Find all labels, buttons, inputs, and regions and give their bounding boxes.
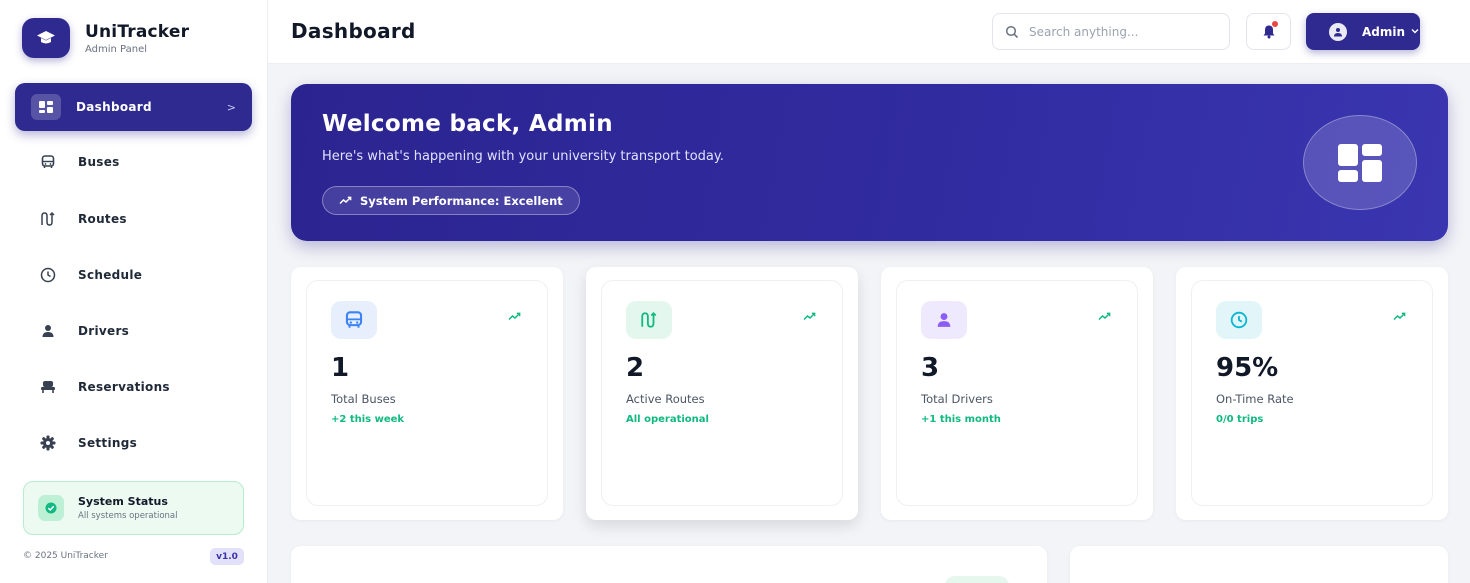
- stat-value: 3: [921, 353, 940, 383]
- stat-value: 1: [331, 353, 350, 383]
- sidebar-item-label: Drivers: [78, 324, 130, 338]
- sidebar-item-label: Settings: [78, 436, 138, 450]
- stat-card-on-time-rate[interactable]: 95% On-Time Rate 0/0 trips: [1176, 267, 1448, 520]
- welcome-title: Welcome back, Admin: [322, 111, 613, 137]
- trending-up-icon: [1393, 312, 1406, 321]
- user-icon: [34, 317, 62, 345]
- status-title: System Status: [78, 495, 168, 508]
- brand-title: UniTracker: [85, 21, 190, 42]
- sidebar-item-label: Schedule: [78, 268, 143, 282]
- user-icon: [921, 301, 967, 339]
- notifications-button[interactable]: [1246, 13, 1291, 50]
- stat-value: 2: [626, 353, 645, 383]
- brand-subtitle: Admin Panel: [85, 43, 148, 55]
- sidebar-item-label: Dashboard: [76, 100, 152, 114]
- sidebar-item-dashboard[interactable]: Dashboard >: [15, 83, 252, 131]
- trending-up-icon: [803, 312, 816, 321]
- dashboard-icon: [1303, 115, 1417, 210]
- sidebar-item-buses[interactable]: Buses: [15, 138, 252, 186]
- brand[interactable]: UniTracker Admin Panel: [22, 18, 189, 58]
- sidebar-item-label: Routes: [78, 212, 127, 226]
- stat-value: 95%: [1216, 353, 1279, 383]
- bus-icon: [34, 148, 62, 176]
- trending-up-icon: [508, 312, 521, 321]
- route-icon: [34, 205, 62, 233]
- bus-icon: [331, 301, 377, 339]
- version-badge: v1.0: [210, 548, 244, 565]
- graduation-cap-icon: [22, 18, 70, 58]
- stat-delta: +2 this week: [331, 414, 405, 425]
- clock-icon: [34, 261, 62, 289]
- page-title: Dashboard: [291, 19, 416, 43]
- user-menu-label: Admin: [1362, 24, 1406, 39]
- lower-panel-right: [1070, 546, 1448, 583]
- performance-pill: System Performance: Excellent: [322, 186, 580, 215]
- check-circle-icon: [38, 495, 64, 521]
- performance-label: System Performance: Excellent: [360, 193, 563, 208]
- top-header: Dashboard Admin: [268, 0, 1470, 64]
- stat-label: Total Drivers: [921, 392, 993, 406]
- dashboard-icon: [31, 94, 61, 120]
- notification-dot: [1272, 21, 1278, 27]
- stat-label: Total Buses: [331, 392, 396, 406]
- stat-card-drivers[interactable]: 3 Total Drivers +1 this month: [881, 267, 1153, 520]
- chevron-down-icon: [1411, 27, 1419, 37]
- gear-icon: [34, 429, 62, 457]
- sidebar-item-settings[interactable]: Settings: [15, 419, 252, 467]
- stat-card-routes[interactable]: 2 Active Routes All operational: [586, 267, 858, 520]
- sidebar: UniTracker Admin Panel Dashboard > Buses…: [0, 0, 268, 583]
- stat-label: On-Time Rate: [1216, 392, 1294, 406]
- welcome-subtitle: Here's what's happening with your univer…: [322, 149, 724, 164]
- seat-icon: [34, 373, 62, 401]
- system-status-card: System Status All systems operational: [23, 481, 244, 535]
- trending-up-icon: [339, 196, 352, 205]
- trending-up-icon: [1098, 312, 1111, 321]
- stat-card-buses[interactable]: 1 Total Buses +2 this week: [291, 267, 563, 520]
- search-icon: [1005, 25, 1019, 39]
- lower-panel-left: [291, 546, 1047, 583]
- stat-delta: +1 this month: [921, 414, 1001, 425]
- status-subtitle: All systems operational: [78, 511, 178, 521]
- search-input[interactable]: [1029, 24, 1219, 39]
- welcome-banner: Welcome back, Admin Here's what's happen…: [291, 84, 1448, 241]
- stat-delta: 0/0 trips: [1216, 414, 1264, 425]
- copyright-text: © 2025 UniTracker: [23, 551, 108, 561]
- sidebar-item-reservations[interactable]: Reservations: [15, 363, 252, 411]
- stat-label: Active Routes: [626, 392, 705, 406]
- panel-badge: [945, 576, 1009, 583]
- chevron-right-icon: >: [226, 100, 236, 114]
- clock-icon: [1216, 301, 1262, 339]
- route-icon: [626, 301, 672, 339]
- user-menu-button[interactable]: Admin: [1306, 13, 1420, 50]
- sidebar-item-label: Buses: [78, 155, 120, 169]
- sidebar-item-schedule[interactable]: Schedule: [15, 251, 252, 299]
- sidebar-item-drivers[interactable]: Drivers: [15, 307, 252, 355]
- sidebar-item-label: Reservations: [78, 380, 170, 394]
- user-avatar-icon: [1329, 22, 1347, 41]
- stat-delta: All operational: [626, 414, 709, 425]
- search-box[interactable]: [992, 13, 1230, 50]
- sidebar-item-routes[interactable]: Routes: [15, 195, 252, 243]
